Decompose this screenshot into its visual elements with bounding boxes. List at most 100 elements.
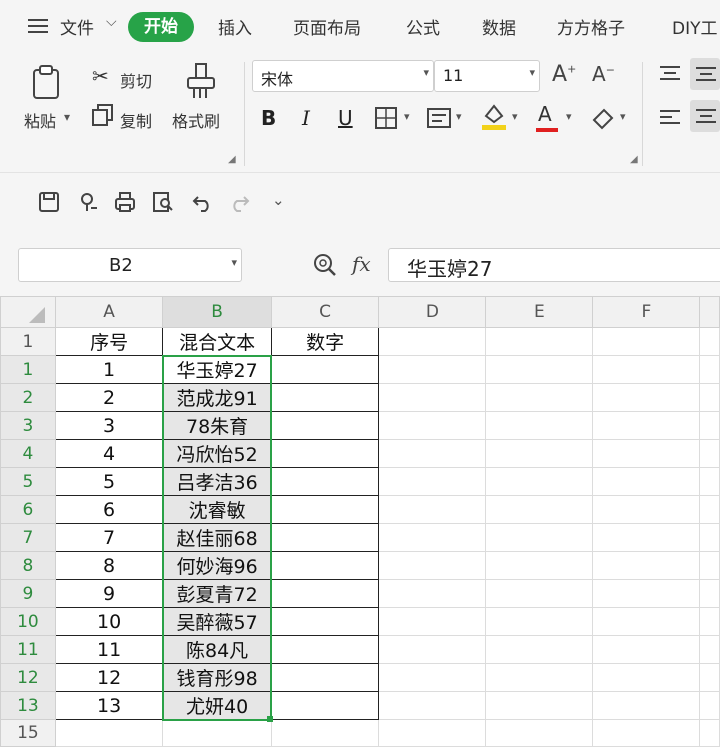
cell[interactable] xyxy=(485,663,594,692)
cell-b[interactable]: 吴醉薇57 xyxy=(162,607,272,636)
cell[interactable] xyxy=(699,439,720,468)
name-box[interactable]: B2 ▾ xyxy=(18,248,242,282)
cell-c[interactable] xyxy=(270,467,380,496)
cell[interactable] xyxy=(592,439,701,468)
row-header[interactable]: 4 xyxy=(0,439,56,468)
paste-icon[interactable] xyxy=(30,64,64,100)
cell[interactable] xyxy=(378,439,487,468)
cell[interactable] xyxy=(378,579,487,608)
tab-start[interactable]: 开始 xyxy=(128,12,194,42)
cell-c[interactable] xyxy=(270,579,380,608)
column-header-f[interactable]: F xyxy=(592,296,701,328)
tab-formula[interactable]: 公式 xyxy=(406,14,440,39)
cell[interactable] xyxy=(485,691,594,720)
chevron-down-icon[interactable]: ▾ xyxy=(64,110,70,124)
cell-a[interactable]: 11 xyxy=(54,635,164,664)
cell[interactable] xyxy=(592,719,701,747)
cell[interactable] xyxy=(592,467,701,496)
cell[interactable] xyxy=(699,411,720,440)
cell-a[interactable]: 3 xyxy=(54,411,164,440)
row-header[interactable]: 11 xyxy=(0,635,56,664)
fill-handle[interactable] xyxy=(267,715,274,722)
cell[interactable] xyxy=(485,635,594,664)
column-header-c[interactable]: C xyxy=(270,296,380,328)
fx-button[interactable]: fx xyxy=(352,252,371,276)
cell[interactable] xyxy=(378,691,487,720)
increase-font-icon[interactable]: A+ xyxy=(552,62,576,87)
column-header-d[interactable]: D xyxy=(378,296,487,328)
cell-a[interactable]: 12 xyxy=(54,663,164,692)
cell[interactable] xyxy=(378,663,487,692)
align-center-icon[interactable] xyxy=(690,100,720,132)
cell[interactable] xyxy=(699,607,720,636)
cell-b[interactable]: 陈84凡 xyxy=(162,635,272,664)
column-header-a[interactable]: A xyxy=(54,296,164,328)
cell-b[interactable]: 钱育彤98 xyxy=(162,663,272,692)
dialog-launcher-icon[interactable]: ◢ xyxy=(630,154,638,165)
row-header[interactable]: 13 xyxy=(0,691,56,720)
cell-c[interactable] xyxy=(270,523,380,552)
tab-insert[interactable]: 插入 xyxy=(218,14,252,39)
chevron-down-icon[interactable]: ⌵ xyxy=(106,14,117,30)
align-middle-icon[interactable] xyxy=(690,58,720,90)
cell[interactable] xyxy=(699,691,720,720)
formula-input[interactable]: 华玉婷27 xyxy=(388,248,720,282)
cell[interactable] xyxy=(592,355,701,384)
cell[interactable] xyxy=(592,691,701,720)
cell[interactable] xyxy=(699,523,720,552)
cell-c[interactable] xyxy=(270,551,380,580)
cell-b[interactable]: 沈睿敏 xyxy=(162,495,272,524)
chevron-down-icon[interactable]: ▾ xyxy=(404,110,410,123)
cell-c[interactable] xyxy=(270,663,380,692)
cell[interactable] xyxy=(699,551,720,580)
cell[interactable] xyxy=(378,383,487,412)
cell[interactable] xyxy=(378,467,487,496)
cell-c[interactable] xyxy=(270,355,380,384)
cell-a[interactable]: 7 xyxy=(54,523,164,552)
cell[interactable] xyxy=(485,355,594,384)
cell-b[interactable]: 华玉婷27 xyxy=(162,355,272,384)
tab-data[interactable]: 数据 xyxy=(482,14,516,39)
hamburger-menu-icon[interactable] xyxy=(28,18,48,34)
cell[interactable] xyxy=(378,551,487,580)
chevron-down-icon[interactable]: ▾ xyxy=(456,110,462,123)
cell[interactable] xyxy=(162,719,272,747)
italic-button[interactable]: I xyxy=(302,106,310,130)
cell-a[interactable]: 9 xyxy=(54,579,164,608)
cell-a[interactable]: 8 xyxy=(54,551,164,580)
cell[interactable] xyxy=(378,495,487,524)
row-header[interactable]: 15 xyxy=(0,719,56,747)
cell[interactable] xyxy=(699,383,720,412)
cell-c[interactable] xyxy=(270,411,380,440)
font-name-select[interactable]: 宋体 ▾ xyxy=(252,60,434,92)
print-icon[interactable] xyxy=(114,191,136,213)
cell[interactable] xyxy=(378,523,487,552)
cell[interactable] xyxy=(485,383,594,412)
format-painter-icon[interactable] xyxy=(186,62,216,100)
cell-a[interactable]: 13 xyxy=(54,691,164,720)
column-header-b[interactable]: B xyxy=(162,296,272,328)
cell[interactable] xyxy=(54,719,164,747)
row-header[interactable]: 9 xyxy=(0,579,56,608)
borders-icon[interactable] xyxy=(374,106,398,130)
save-icon[interactable] xyxy=(38,191,60,213)
row-header[interactable]: 7 xyxy=(0,523,56,552)
cell-a[interactable]: 6 xyxy=(54,495,164,524)
cell-a[interactable]: 4 xyxy=(54,439,164,468)
cell[interactable] xyxy=(592,411,701,440)
cell[interactable] xyxy=(378,327,487,356)
bold-button[interactable]: B xyxy=(261,106,276,130)
cell-c[interactable] xyxy=(270,439,380,468)
cell[interactable] xyxy=(378,635,487,664)
cell[interactable] xyxy=(699,467,720,496)
copy-button[interactable]: 复制 xyxy=(120,108,152,132)
header-cell-a[interactable]: 序号 xyxy=(54,327,164,356)
cell[interactable] xyxy=(485,579,594,608)
cell-style-icon[interactable] xyxy=(426,106,452,130)
cell[interactable] xyxy=(378,607,487,636)
row-header[interactable]: 1 xyxy=(0,355,56,384)
cell[interactable] xyxy=(378,719,487,747)
cell-b[interactable]: 赵佳丽68 xyxy=(162,523,272,552)
cell[interactable] xyxy=(378,411,487,440)
cell-a[interactable]: 1 xyxy=(54,355,164,384)
